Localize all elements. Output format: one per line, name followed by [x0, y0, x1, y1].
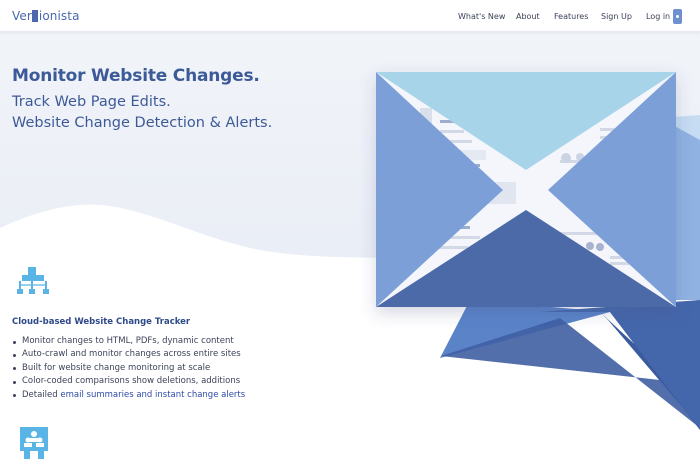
nav-log-in[interactable]: Log in [646, 12, 670, 21]
list-item-prefix: Detailed [22, 389, 61, 400]
dot-icon [676, 15, 679, 18]
hero-section: Monitor Website Changes. Track Web Page … [12, 66, 272, 134]
email-alerts-link[interactable]: email summaries and instant change alert… [60, 390, 245, 400]
nav-features[interactable]: Features [554, 12, 588, 21]
list-item: Built for website change monitoring at s… [12, 362, 245, 375]
nav-sign-up[interactable]: Sign Up [601, 12, 632, 21]
hero-sub-line-1: Track Web Page Edits. [12, 94, 171, 110]
hero-headline: Monitor Website Changes. [12, 66, 260, 86]
list-item: Monitor changes to HTML, PDFs, dynamic c… [12, 335, 245, 348]
hero-sub-line-2: Website Change Detection & Alerts. [12, 115, 273, 131]
feature-title: Cloud-based Website Change Tracker [12, 317, 191, 327]
team-icon [20, 427, 48, 459]
logo[interactable]: Ver ionista [12, 9, 80, 23]
list-item: Auto-crawl and monitor changes across en… [12, 348, 245, 361]
feature-list: Monitor changes to HTML, PDFs, dynamic c… [12, 335, 245, 402]
hero-subheadline: Track Web Page Edits. Website Change Det… [12, 92, 272, 134]
list-item: Color-coded comparisons show deletions, … [12, 375, 245, 388]
nav-about[interactable]: About [516, 12, 540, 21]
sitemap-icon [17, 267, 49, 294]
list-item: Detailed email summaries and instant cha… [12, 389, 245, 402]
login-toggle-button[interactable] [673, 9, 682, 24]
logo-cursor-icon [32, 10, 39, 22]
nav-whats-new[interactable]: What's New [458, 12, 505, 21]
top-nav-bar: Ver ionista What's New About Features Sig… [0, 0, 700, 32]
